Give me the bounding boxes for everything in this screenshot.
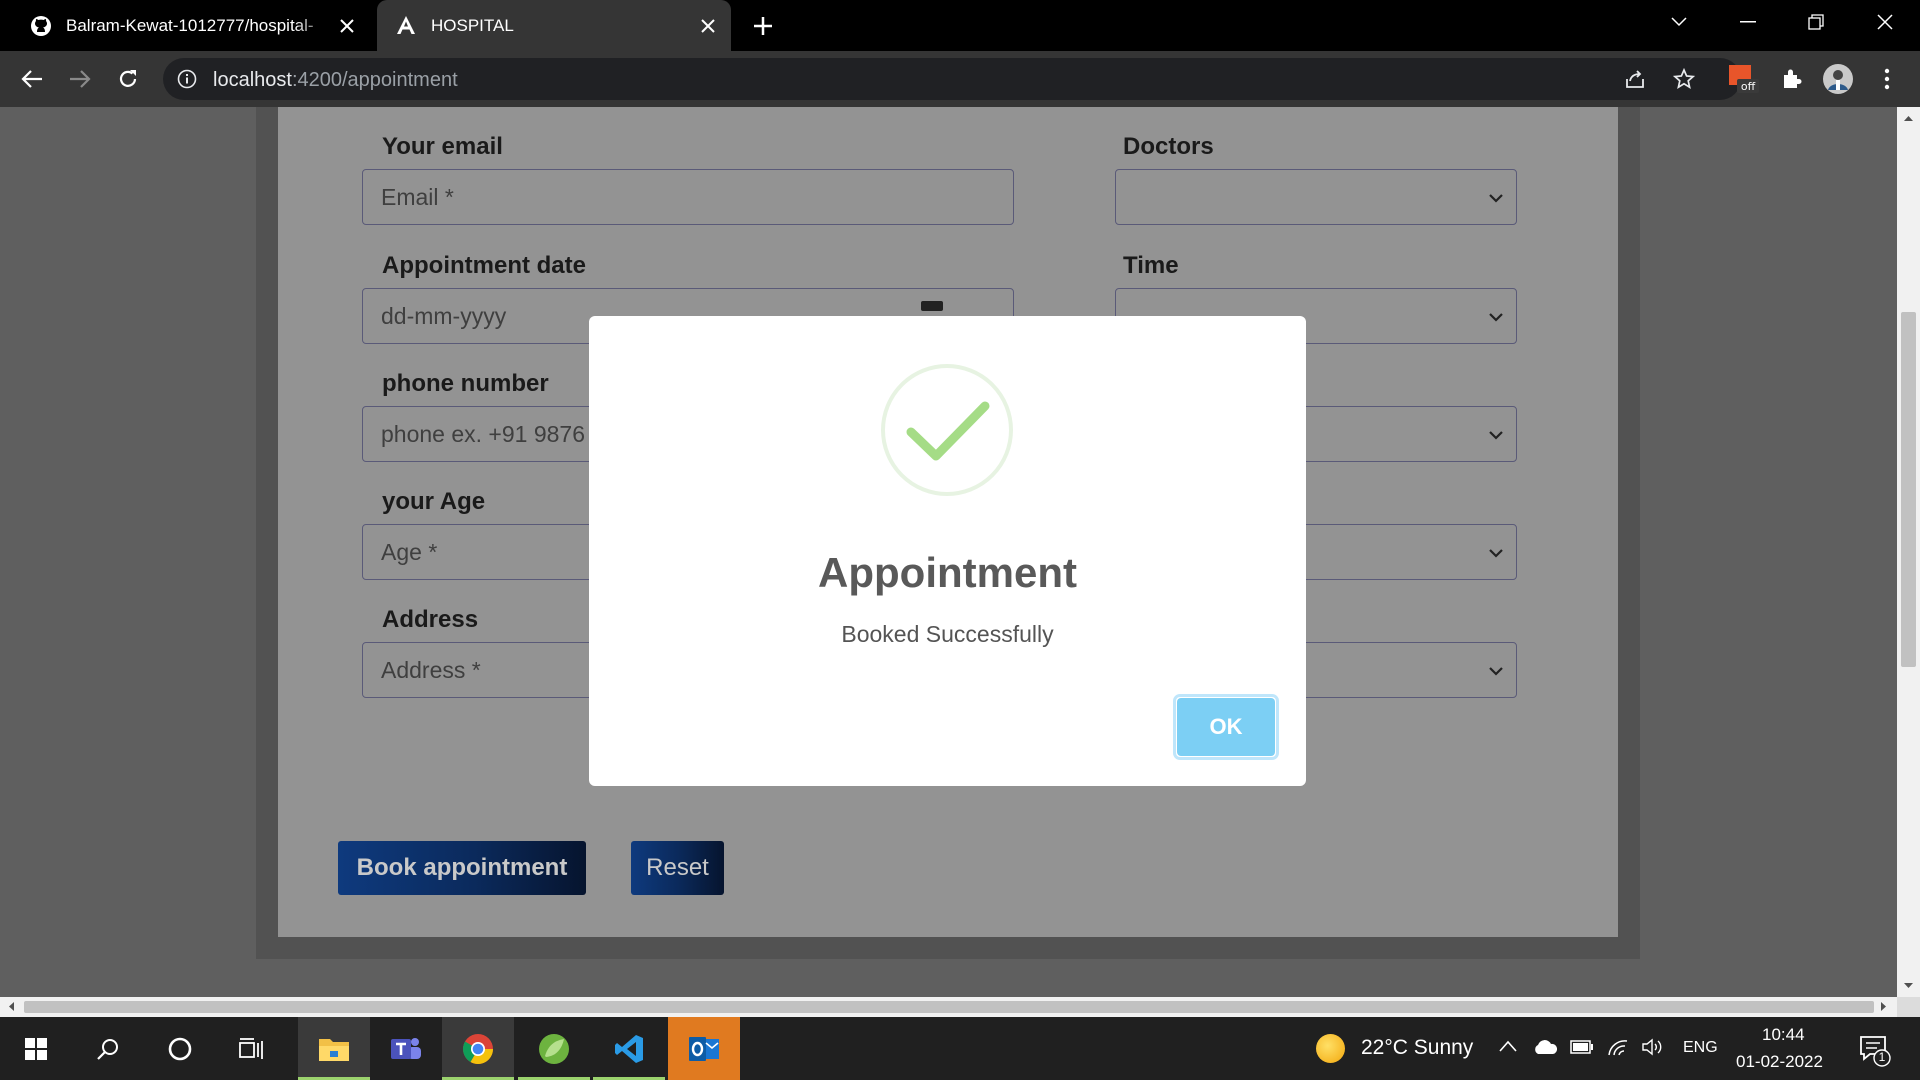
- ok-button[interactable]: OK: [1173, 694, 1279, 760]
- outlook-icon[interactable]: [668, 1017, 740, 1080]
- input-language[interactable]: ENG: [1683, 1039, 1718, 1057]
- angular-icon: [395, 15, 417, 37]
- horizontal-scrollbar[interactable]: [0, 997, 1897, 1017]
- scroll-left-icon[interactable]: [6, 1001, 17, 1012]
- profile-avatar[interactable]: [1822, 63, 1854, 95]
- windows-start-icon[interactable]: [0, 1017, 72, 1080]
- spring-tools-icon[interactable]: [518, 1017, 590, 1080]
- github-icon: [30, 15, 52, 37]
- date-placeholder: dd-mm-yyyy: [381, 303, 507, 329]
- success-dialog: Appointment Booked Successfully OK: [589, 316, 1306, 786]
- chrome-icon[interactable]: [442, 1017, 514, 1080]
- chevron-down-icon: [1489, 313, 1503, 322]
- extension-off-icon[interactable]: off: [1728, 63, 1760, 95]
- reload-button[interactable]: [114, 65, 142, 93]
- browser-tab-github[interactable]: Balram-Kewat-1012777/hospital-: [12, 0, 370, 51]
- address-bar[interactable]: localhost:4200/appointment: [163, 58, 1741, 100]
- dialog-title: Appointment: [818, 549, 1077, 596]
- browser-tab-bar: Balram-Kewat-1012777/hospital- HOSPITAL: [0, 0, 1920, 51]
- horizontal-scroll-thumb[interactable]: [24, 1001, 1874, 1013]
- tab-search-button[interactable]: [1645, 0, 1713, 44]
- info-icon[interactable]: [177, 69, 197, 89]
- tab-title: HOSPITAL: [431, 15, 514, 35]
- new-tab-button[interactable]: [748, 11, 778, 41]
- weather-sun-icon[interactable]: [1316, 1034, 1345, 1063]
- browser-toolbar: localhost:4200/appointment off: [0, 51, 1920, 107]
- back-button[interactable]: [18, 65, 46, 93]
- calendar-icon[interactable]: [921, 301, 943, 311]
- close-icon[interactable]: [695, 13, 721, 39]
- tab-title: Balram-Kewat-1012777/hospital-: [66, 15, 314, 35]
- onedrive-icon[interactable]: [1532, 1039, 1558, 1060]
- address-label: Address: [382, 606, 479, 633]
- teams-icon[interactable]: [370, 1017, 442, 1080]
- close-window-button[interactable]: [1851, 0, 1919, 44]
- age-label: your Age: [382, 488, 486, 515]
- volume-icon[interactable]: [1641, 1037, 1665, 1062]
- doctors-label: Doctors: [1123, 133, 1214, 160]
- vertical-scroll-thumb[interactable]: [1901, 312, 1916, 667]
- doctors-select[interactable]: [1115, 169, 1517, 225]
- bookmark-star-icon[interactable]: [1672, 67, 1696, 91]
- book-appointment-button[interactable]: Book appointment: [338, 841, 586, 895]
- notification-count: 1: [1878, 1050, 1886, 1064]
- scroll-up-icon[interactable]: [1903, 113, 1914, 124]
- windows-taskbar: 22°C Sunny ENG 10:44 01-02-2022 1: [0, 1017, 1920, 1080]
- chevron-down-icon: [1489, 667, 1503, 676]
- appointment-date-label: Appointment date: [382, 252, 586, 279]
- chevron-down-icon: [1489, 431, 1503, 440]
- checkmark-icon: [906, 401, 990, 461]
- wifi-icon[interactable]: [1607, 1037, 1629, 1062]
- restore-button[interactable]: [1782, 0, 1850, 44]
- clock-time[interactable]: 10:44: [1762, 1025, 1805, 1045]
- share-icon[interactable]: [1623, 67, 1647, 91]
- show-hidden-icons-icon[interactable]: [1498, 1039, 1518, 1058]
- email-field[interactable]: Email *: [362, 169, 1014, 225]
- cortana-icon[interactable]: [144, 1017, 216, 1080]
- email-label: Your email: [382, 133, 503, 160]
- notification-center-icon[interactable]: 1: [1858, 1034, 1892, 1068]
- phone-label: phone number: [382, 370, 549, 397]
- vertical-scrollbar[interactable]: [1897, 107, 1920, 997]
- url-text: localhost:4200/appointment: [213, 69, 458, 92]
- scroll-right-icon[interactable]: [1878, 1001, 1889, 1012]
- browser-menu-icon[interactable]: [1871, 63, 1903, 95]
- browser-tab-hospital[interactable]: HOSPITAL: [377, 0, 731, 51]
- ok-button-label: OK: [1177, 698, 1275, 756]
- time-label: Time: [1123, 252, 1179, 279]
- clock-date[interactable]: 01-02-2022: [1736, 1052, 1823, 1072]
- search-icon[interactable]: [72, 1017, 144, 1080]
- task-view-icon[interactable]: [216, 1017, 288, 1080]
- minimize-button[interactable]: [1714, 0, 1782, 44]
- scrollbar-corner: [1897, 997, 1920, 1017]
- file-explorer-icon[interactable]: [298, 1017, 370, 1080]
- vscode-icon[interactable]: [593, 1017, 665, 1080]
- url-path: :4200/appointment: [291, 69, 458, 91]
- extension-badge: off: [1741, 80, 1756, 93]
- forward-button[interactable]: [66, 65, 94, 93]
- url-host: localhost: [213, 69, 292, 91]
- dialog-message: Booked Successfully: [841, 621, 1054, 647]
- weather-text[interactable]: 22°C Sunny: [1361, 1036, 1473, 1060]
- extensions-puzzle-icon[interactable]: [1776, 63, 1808, 95]
- chevron-down-icon: [1489, 549, 1503, 558]
- battery-icon[interactable]: [1570, 1040, 1594, 1059]
- reset-button[interactable]: Reset: [631, 841, 724, 895]
- chevron-down-icon: [1489, 194, 1503, 203]
- scroll-down-icon[interactable]: [1903, 980, 1914, 991]
- close-icon[interactable]: [334, 13, 360, 39]
